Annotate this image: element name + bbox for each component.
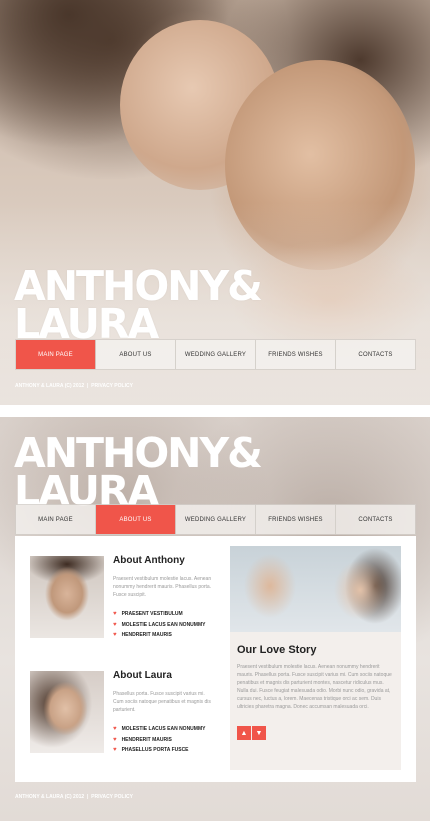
laura-photo	[30, 671, 104, 753]
about-anthony-heading: About Anthony	[113, 555, 185, 566]
list-item[interactable]: ♥ MOLESTIE LACUS EAN NONUMMY	[113, 620, 205, 631]
site-logo[interactable]: ANTHONY& LAURA	[14, 266, 263, 348]
nav-friends-wishes[interactable]: FRIENDS WISHES	[256, 505, 336, 534]
footer-copyright: ANTHONY & LAURA (C) 2012	[15, 383, 85, 389]
nav-wedding-gallery[interactable]: WEDDING GALLERY	[176, 340, 256, 369]
footer-separator: |	[86, 794, 89, 800]
list-item-label: MOLESTIE LACUS EAN NONUMMY	[121, 621, 206, 628]
main-nav: MAIN PAGE ABOUT US WEDDING GALLERY FRIEN…	[15, 339, 416, 370]
love-story-text: Praesent vestibulum molestie lacus. Aene…	[237, 664, 392, 710]
anthony-list: ♥ PRAESENT VESTIBULUM ♥ MOLESTIE LACUS EAN…	[113, 609, 205, 641]
about-laura-description: Phasellus porta. Fusce suscipit varius m…	[113, 691, 211, 713]
list-item[interactable]: ♥ PRAESENT VESTIBULUM	[113, 609, 205, 620]
heart-icon: ♥	[113, 726, 117, 732]
laura-list: ♥ MOLESTIE LACUS EAN NONUMMY ♥ HENDRERIT M…	[113, 724, 205, 756]
heart-icon: ♥	[113, 632, 117, 638]
site-logo-about[interactable]: ANTHONY& LAURA	[14, 433, 263, 511]
section-divider	[0, 405, 430, 417]
logo-line-2: LAURA	[14, 299, 159, 348]
chevron-up-icon[interactable]: ▲	[237, 726, 251, 740]
privacy-policy-link[interactable]: PRIVACY POLICY	[91, 794, 133, 800]
content-panel: About Anthony Praesent vestibulum molest…	[15, 536, 416, 782]
list-item[interactable]: ♥ HENDRERIT MAURIS	[113, 630, 205, 641]
love-story-heading: Our Love Story	[237, 644, 317, 656]
about-page-section: ANTHONY& LAURA MAIN PAGE ABOUT US WEDDIN…	[0, 417, 430, 821]
heart-icon: ♥	[113, 747, 117, 753]
love-story-card: Our Love Story Praesent vestibulum moles…	[230, 546, 401, 770]
about-laura-heading: About Laura	[113, 670, 172, 681]
list-item[interactable]: ♥ HENDRERIT MAURIS	[113, 735, 205, 746]
nav-main-page[interactable]: MAIN PAGE	[16, 340, 96, 369]
footer: ANTHONY & LAURA (C) 2012 | PRIVACY POLIC…	[15, 383, 133, 389]
list-item-label: HENDRERIT MAURIS	[121, 632, 172, 638]
hero-section: ANTHONY& LAURA MAIN PAGE ABOUT US WEDDIN…	[0, 0, 430, 405]
love-story-photo	[230, 546, 401, 632]
nav-about-us[interactable]: ABOUT US	[96, 505, 176, 534]
list-item-label: MOLESTIE LACUS EAN NONUMMY	[121, 726, 206, 732]
about-nav: MAIN PAGE ABOUT US WEDDING GALLERY FRIEN…	[15, 504, 416, 535]
list-item[interactable]: ♥ MOLESTIE LACUS EAN NONUMMY	[113, 724, 205, 735]
story-pager: ▲ ▼	[237, 726, 266, 740]
footer: ANTHONY & LAURA (C) 2012 | PRIVACY POLIC…	[15, 794, 133, 800]
nav-main-page[interactable]: MAIN PAGE	[16, 505, 96, 534]
nav-contacts[interactable]: CONTACTS	[336, 340, 415, 369]
nav-wedding-gallery[interactable]: WEDDING GALLERY	[176, 505, 256, 534]
footer-copyright: ANTHONY & LAURA (C) 2012	[15, 794, 85, 800]
heart-icon: ♥	[113, 736, 117, 743]
list-item[interactable]: ♥ PHASELLUS PORTA FUSCE	[113, 745, 205, 756]
heart-icon: ♥	[113, 621, 117, 628]
nav-about-us[interactable]: ABOUT US	[96, 340, 176, 369]
chevron-down-icon[interactable]: ▼	[252, 726, 266, 740]
about-anthony-description: Praesent vestibulum molestie lacus. Aene…	[113, 576, 212, 598]
nav-contacts[interactable]: CONTACTS	[336, 505, 415, 534]
anthony-photo	[30, 556, 104, 638]
heart-icon: ♥	[113, 611, 117, 617]
list-item-label: PRAESENT VESTIBULUM	[121, 611, 183, 617]
list-item-label: HENDRERIT MAURIS	[121, 736, 172, 743]
privacy-policy-link[interactable]: PRIVACY POLICY	[91, 383, 133, 389]
nav-friends-wishes[interactable]: FRIENDS WISHES	[256, 340, 336, 369]
list-item-label: PHASELLUS PORTA FUSCE	[121, 747, 189, 753]
footer-separator: |	[86, 383, 89, 389]
